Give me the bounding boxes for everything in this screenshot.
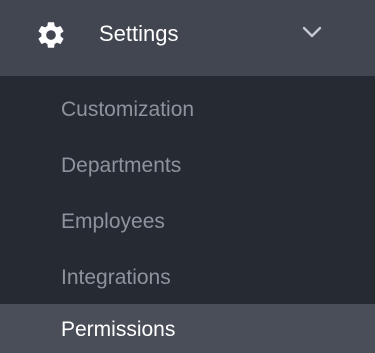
submenu-item-label: Permissions <box>61 318 176 341</box>
submenu-item-customization[interactable]: Customization <box>0 82 375 132</box>
submenu-item-integrations[interactable]: Integrations <box>0 250 375 300</box>
submenu-item-label: Integrations <box>61 266 171 289</box>
chevron-down-icon[interactable] <box>301 24 323 40</box>
submenu-item-departments[interactable]: Departments <box>0 138 375 188</box>
gear-icon <box>38 22 64 48</box>
submenu-item-label: Departments <box>61 154 182 177</box>
settings-submenu: Customization Departments Employees Inte… <box>0 76 375 353</box>
submenu-item-employees[interactable]: Employees <box>0 194 375 244</box>
submenu-item-label: Employees <box>61 210 165 233</box>
submenu-item-permissions[interactable]: Permissions <box>0 304 375 353</box>
settings-title: Settings <box>99 21 179 46</box>
settings-menu: Settings Customization Departments Emplo… <box>0 0 375 353</box>
submenu-item-label: Customization <box>61 98 195 121</box>
settings-menu-header[interactable]: Settings <box>0 0 375 76</box>
